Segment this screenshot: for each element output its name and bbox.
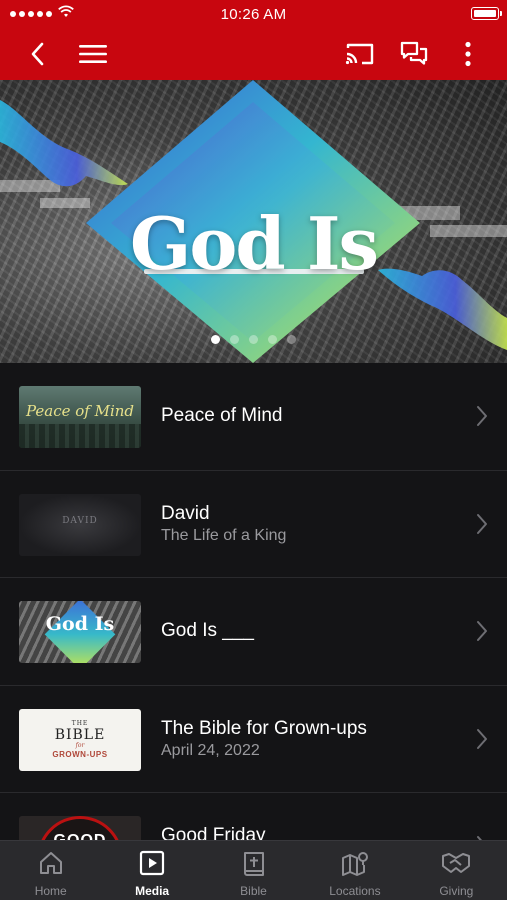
carousel-dot[interactable] [211, 335, 220, 344]
series-thumbnail: THE BIBLE for GROWN-UPS [19, 708, 141, 771]
play-square-icon [140, 850, 165, 876]
thumbnail-forest [19, 424, 141, 448]
thumbnail-text: GROWN-UPS [52, 749, 108, 759]
thumbnail-text: THE [71, 719, 89, 727]
tab-giving[interactable]: Giving [406, 841, 507, 900]
battery-icon [471, 7, 502, 20]
more-vertical-icon [465, 41, 471, 67]
series-thumbnail: GOOD [19, 816, 141, 840]
left-hand-graphic [0, 100, 128, 187]
series-thumbnail: Peace of Mind [19, 386, 141, 448]
tab-locations[interactable]: Locations [304, 841, 405, 900]
carousel-dot[interactable] [287, 335, 296, 344]
series-thumbnail: God Is [19, 601, 141, 663]
thumbnail-text: DAVID [62, 515, 98, 526]
list-item-title: Good Friday [161, 825, 266, 840]
navigation-bar [0, 30, 507, 78]
tab-label: Home [34, 884, 67, 898]
tab-label: Locations [329, 884, 381, 898]
status-bar: 10:26 AM [0, 0, 507, 28]
carousel-dot[interactable] [230, 335, 239, 344]
list-item-subtitle: The Life of a King [161, 526, 287, 544]
back-button[interactable] [20, 36, 56, 72]
hamburger-menu-icon [79, 45, 107, 63]
list-item[interactable]: DAVID David The Life of a King [0, 471, 507, 578]
handshake-icon [442, 853, 471, 873]
list-item-title: Peace of Mind [161, 405, 283, 426]
thumbnail-text: BIBLE [54, 726, 106, 743]
cast-button[interactable] [342, 36, 378, 72]
thumbnail-text: God Is [45, 613, 115, 635]
top-bar: 10:26 AM [0, 0, 507, 80]
tab-label: Giving [439, 884, 474, 898]
list-item-title: God Is ___ [161, 620, 254, 641]
chevron-right-icon [477, 621, 487, 641]
status-time: 10:26 AM [220, 6, 287, 23]
chevron-right-icon [477, 513, 487, 534]
list-item[interactable]: GOOD Good Friday [0, 793, 507, 840]
tab-label: Bible [240, 884, 267, 898]
tab-media[interactable]: Media [101, 841, 202, 900]
bible-icon [243, 852, 264, 876]
list-item[interactable]: THE BIBLE for GROWN-UPS The Bible for Gr… [0, 686, 507, 793]
cast-icon [345, 43, 374, 65]
more-options-button[interactable] [450, 36, 486, 72]
chat-bubbles-icon [400, 41, 428, 65]
chevron-right-icon [477, 728, 487, 749]
carousel-dot[interactable] [268, 335, 277, 344]
chevron-right-icon [477, 406, 487, 426]
tab-bible[interactable]: Bible [203, 841, 304, 900]
series-thumbnail: DAVID [19, 493, 141, 556]
thumbnail-text: GOOD [19, 832, 141, 840]
list-item-title: The Bible for Grown-ups [161, 717, 367, 739]
chat-button[interactable] [396, 36, 432, 72]
list-item[interactable]: Peace of Mind Peace of Mind [0, 363, 507, 471]
carousel-dot[interactable] [249, 335, 258, 344]
carousel-page-indicator[interactable] [0, 335, 507, 344]
list-item[interactable]: God Is God Is ___ [0, 578, 507, 686]
list-item-subtitle: April 24, 2022 [161, 741, 260, 759]
chevron-left-icon [31, 42, 44, 66]
list-item-title: David [161, 502, 210, 524]
featured-banner[interactable]: God Is [0, 80, 507, 363]
banner-title: God Is [129, 201, 379, 286]
thumbnail-text: Peace of Mind [25, 402, 135, 420]
thumbnail-text: for [75, 741, 85, 749]
tab-label: Media [135, 884, 170, 898]
bottom-tab-bar: Home Media Bible Locations Giving [0, 840, 507, 900]
map-pin-icon [341, 852, 368, 876]
media-series-list: Peace of Mind Peace of Mind DAVID David … [0, 363, 507, 840]
tab-home[interactable]: Home [0, 841, 101, 900]
home-icon [39, 852, 62, 874]
menu-button[interactable] [75, 36, 111, 72]
